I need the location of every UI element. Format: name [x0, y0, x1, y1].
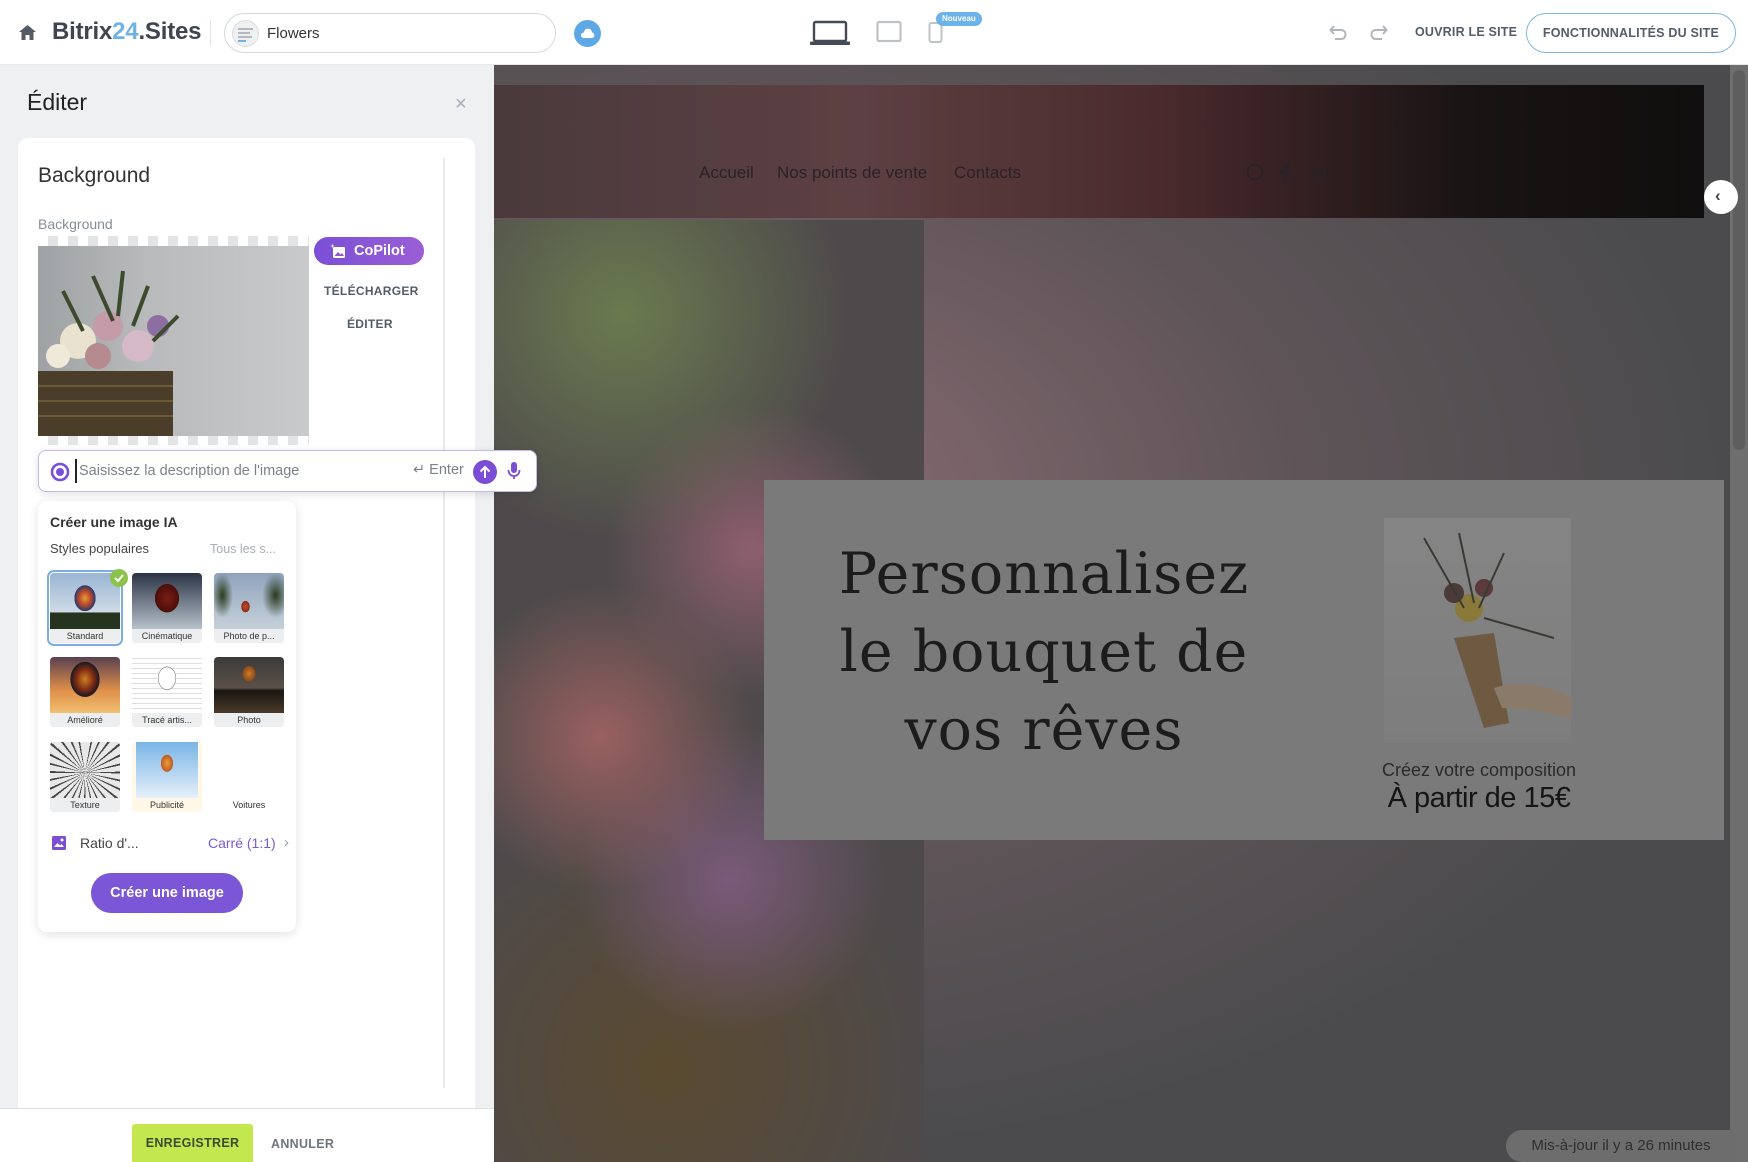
arrow-up-icon	[479, 465, 491, 478]
style-option[interactable]: Standard	[47, 570, 123, 646]
instagram-icon[interactable]	[1307, 163, 1326, 182]
site-selector[interactable]: Flowers	[224, 13, 556, 53]
popup-title: Créer une image IA	[50, 514, 178, 530]
facebook-icon[interactable]	[1279, 163, 1291, 183]
close-icon[interactable]: ×	[455, 94, 467, 114]
ai-image-icon	[330, 243, 345, 258]
site-header: Accueil Nos points de vente Contacts	[494, 85, 1704, 218]
site-features-button[interactable]: FONCTIONNALITÉS DU SITE	[1526, 13, 1736, 53]
last-updated-status: Mis-à-jour il y a 26 minutes	[1506, 1130, 1736, 1162]
site-thumbnail	[232, 20, 259, 47]
scrollbar-thumb[interactable]	[1733, 70, 1745, 450]
image-description-input[interactable]	[75, 459, 375, 483]
selected-check-icon	[110, 569, 128, 587]
card-title: Background	[38, 164, 151, 187]
collapse-panel-button[interactable]: ‹	[1704, 180, 1738, 214]
microphone-icon[interactable]	[507, 461, 521, 481]
upload-button[interactable]: TÉLÉCHARGER	[324, 284, 419, 298]
style-option[interactable]: Photo de p...	[214, 573, 284, 643]
copilot-logo-icon	[50, 462, 70, 482]
desktop-icon[interactable]	[810, 20, 850, 46]
enter-hint: ↵ Enter	[413, 462, 464, 478]
panel-title: Éditer	[27, 89, 88, 115]
card-scrollbar[interactable]	[443, 158, 445, 1088]
telegram-icon[interactable]	[1246, 163, 1264, 181]
aspect-ratio-selector[interactable]: Ratio d'... Carré (1:1) ›	[52, 834, 289, 854]
preview-scrollbar[interactable]	[1730, 65, 1748, 1162]
hero-heading: Personnalisez le bouquet de vos rêves	[838, 541, 1250, 763]
style-option[interactable]: Texture	[50, 742, 120, 812]
cancel-button[interactable]: ANNULER	[271, 1137, 334, 1151]
style-option[interactable]: Cinématique	[132, 573, 202, 643]
save-button[interactable]: ENREGISTRER	[132, 1124, 253, 1162]
popular-styles-label: Styles populaires	[50, 541, 149, 556]
nav-link[interactable]: Nos points de vente	[777, 163, 927, 183]
create-image-button[interactable]: Créer une image	[91, 873, 243, 913]
divider	[210, 20, 211, 46]
style-option[interactable]: Voitures	[214, 742, 284, 812]
cloud-icon[interactable]	[574, 20, 601, 47]
ai-prompt-bar: ↵ Enter	[38, 450, 537, 492]
style-option[interactable]: Tracé artis...	[132, 657, 202, 727]
style-option[interactable]: Publicité	[132, 742, 202, 812]
top-bar: Bitrix24.Sites Flowers Nouveau OUVRIR LE…	[0, 0, 1748, 65]
app-logo[interactable]: Bitrix24.Sites	[52, 18, 201, 46]
edit-image-button[interactable]: ÉDITER	[347, 317, 393, 331]
undo-icon[interactable]	[1328, 23, 1348, 41]
flower-basket-image	[38, 246, 309, 436]
chevron-left-icon: ‹	[1715, 186, 1721, 205]
tablet-icon[interactable]	[876, 20, 902, 44]
chevron-right-icon: ›	[284, 834, 289, 851]
site-name: Flowers	[267, 25, 320, 42]
field-label: Background	[38, 216, 113, 232]
all-styles-link[interactable]: Tous les s...	[210, 542, 276, 556]
hero-subtitle: Créez votre composition	[1381, 760, 1577, 780]
style-option[interactable]: Amélioré	[50, 657, 120, 727]
open-site-link[interactable]: OUVRIR LE SITE	[1415, 25, 1517, 39]
ai-image-popup: Créer une image IA Styles populaires Tou…	[38, 501, 296, 932]
send-button[interactable]	[473, 460, 497, 484]
background-image-preview[interactable]	[38, 236, 309, 445]
bouquet-image	[1384, 518, 1571, 743]
hero-price: À partir de 15€	[1387, 782, 1571, 814]
site-preview[interactable]: Accueil Nos points de vente Contacts Per…	[494, 65, 1748, 1162]
image-icon	[52, 836, 66, 850]
redo-icon[interactable]	[1369, 23, 1389, 41]
new-badge: Nouveau	[936, 12, 982, 26]
home-icon[interactable]	[18, 24, 37, 41]
hero-block: Personnalisez le bouquet de vos rêves Cr…	[764, 480, 1724, 840]
copilot-button[interactable]: CoPilot	[314, 237, 424, 265]
style-option[interactable]: Photo	[214, 657, 284, 727]
nav-link[interactable]: Accueil	[699, 163, 754, 183]
nav-link[interactable]: Contacts	[954, 163, 1021, 183]
